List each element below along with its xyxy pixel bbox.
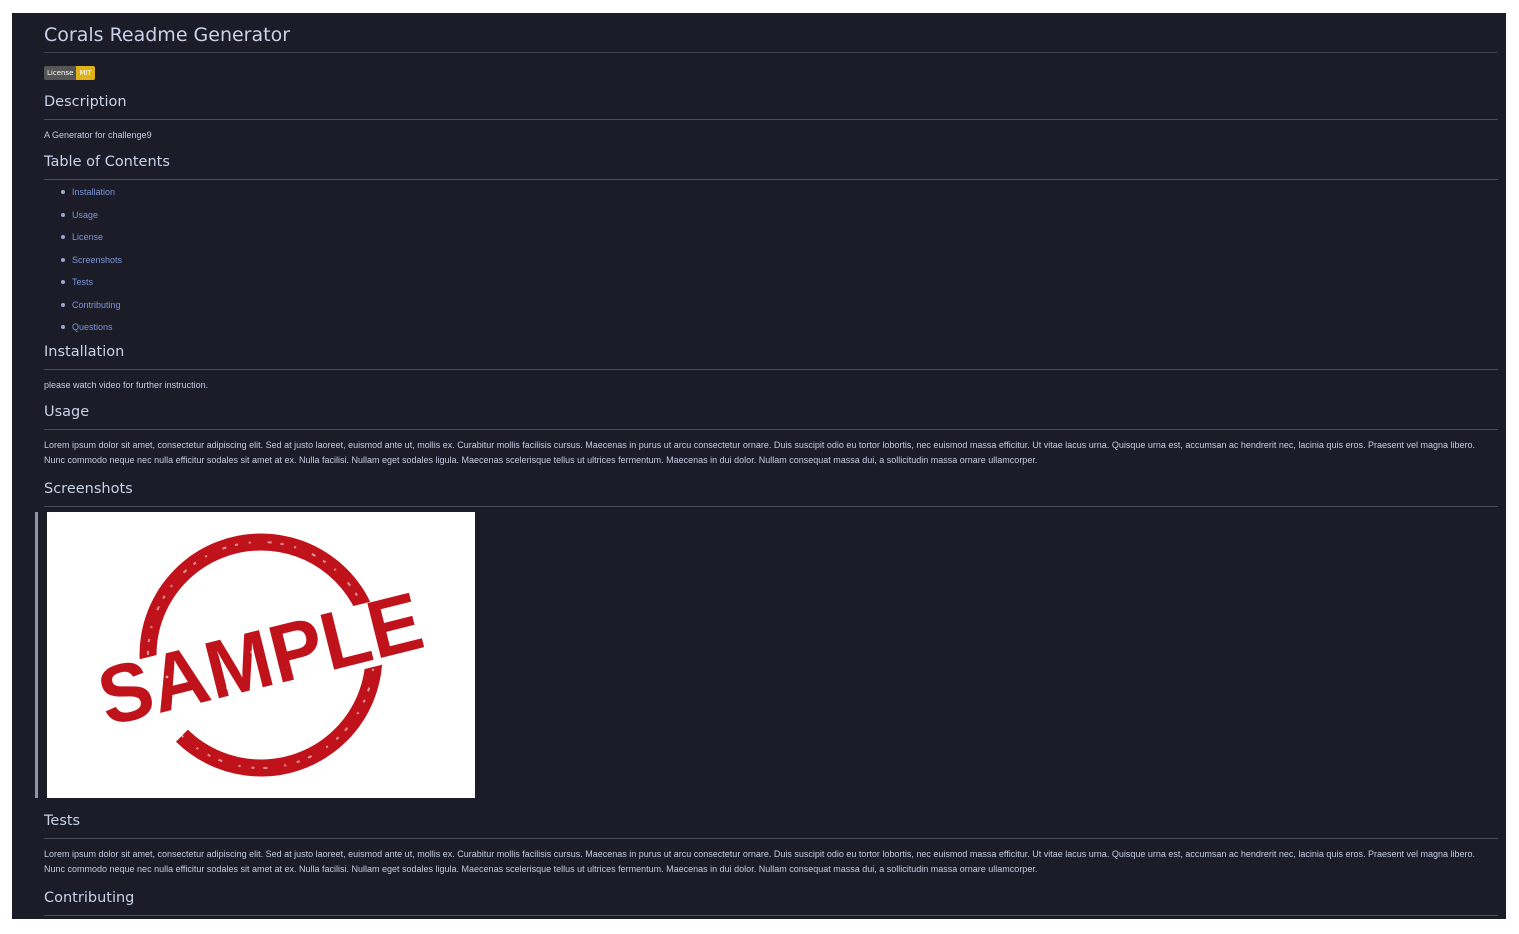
toc-heading: Table of Contents [44, 153, 1498, 180]
license-badge-value: MIT [76, 66, 95, 80]
description-section: Description A Generator for challenge9 [44, 93, 1498, 143]
license-badge[interactable]: License MIT [44, 66, 95, 80]
tests-section: Tests Lorem ipsum dolor sit amet, consec… [44, 812, 1498, 877]
installation-text: please watch video for further instructi… [44, 379, 209, 390]
tests-heading: Tests [44, 812, 1498, 839]
toc-item-usage[interactable]: Usage [61, 209, 1498, 232]
contributing-section: Contributing [44, 889, 1498, 916]
toc-list: Installation Usage License Screenshots T… [44, 186, 1498, 344]
page-title: Corals Readme Generator [44, 13, 1498, 53]
toc-item-contributing[interactable]: Contributing [61, 299, 1498, 322]
screenshots-section: Screenshots SAMPLE [35, 480, 1498, 798]
sample-stamp-image: SAMPLE [47, 511, 475, 798]
tests-text: Lorem ipsum dolor sit amet, consectetur … [44, 848, 1476, 874]
toc-link-contributing[interactable]: Contributing [72, 300, 121, 310]
toc-link-screenshots[interactable]: Screenshots [72, 255, 122, 265]
installation-section: Installation please watch video for furt… [44, 343, 1498, 393]
usage-heading: Usage [44, 403, 1498, 430]
toc-item-screenshots[interactable]: Screenshots [61, 254, 1498, 277]
screenshot-blockquote: SAMPLE [35, 511, 1498, 798]
toc-section: Table of Contents Installation Usage Lic… [44, 153, 1498, 344]
installation-heading: Installation [44, 343, 1498, 370]
toc-item-installation[interactable]: Installation [61, 186, 1498, 209]
toc-item-license[interactable]: License [61, 231, 1498, 254]
toc-link-tests[interactable]: Tests [72, 277, 93, 287]
toc-link-license[interactable]: License [72, 232, 103, 242]
contributing-heading: Contributing [44, 889, 1498, 916]
toc-link-questions[interactable]: Questions [72, 322, 113, 332]
readme-content: Corals Readme Generator License MIT Desc… [35, 13, 1498, 916]
description-text: A Generator for challenge9 [44, 130, 152, 140]
toc-link-installation[interactable]: Installation [72, 187, 115, 197]
usage-section: Usage Lorem ipsum dolor sit amet, consec… [44, 403, 1498, 468]
toc-link-usage[interactable]: Usage [72, 210, 98, 220]
usage-text: Lorem ipsum dolor sit amet, consectetur … [44, 439, 1476, 465]
license-badge-label: License [44, 66, 77, 80]
readme-preview: Corals Readme Generator License MIT Desc… [12, 13, 1506, 919]
toc-item-questions[interactable]: Questions [61, 321, 1498, 344]
toc-item-tests[interactable]: Tests [61, 276, 1498, 299]
description-heading: Description [44, 93, 1498, 120]
screenshots-heading: Screenshots [44, 480, 1498, 507]
